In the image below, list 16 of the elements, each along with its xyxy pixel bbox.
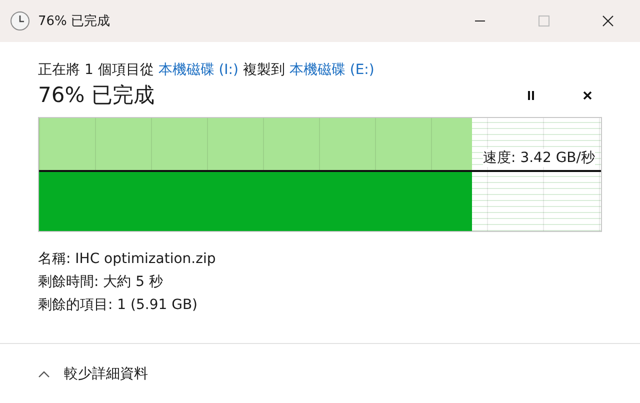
speed-label: 速度: 3.42 GB/秒 bbox=[483, 149, 595, 167]
close-icon bbox=[602, 15, 614, 27]
fewer-details-button[interactable]: 較少詳細資料 bbox=[34, 361, 152, 387]
detail-text: 剩餘的項目: 1 (5.91 GB) bbox=[38, 296, 199, 315]
pause-icon bbox=[527, 90, 535, 100]
detail-text: 剩餘時間: 大約 5 秒 bbox=[38, 273, 164, 292]
progress-heading: 76% 已完成 bbox=[38, 82, 156, 109]
window-title: 76% 已完成 bbox=[38, 13, 110, 30]
drive-link[interactable]: 本機磁碟 (E:) bbox=[289, 62, 374, 78]
copy-description: 正在將 1 個項目從 本機磁碟 (I:) 複製到 本機磁碟 (E:) bbox=[38, 61, 376, 80]
clock-icon bbox=[10, 11, 30, 31]
detail-text: 名稱: IHC optimization.zip bbox=[38, 250, 217, 269]
close-icon bbox=[582, 90, 592, 100]
drive-link[interactable]: 本機磁碟 (I:) bbox=[158, 62, 238, 78]
caret-icon bbox=[38, 370, 50, 378]
maximize-icon bbox=[538, 15, 550, 27]
